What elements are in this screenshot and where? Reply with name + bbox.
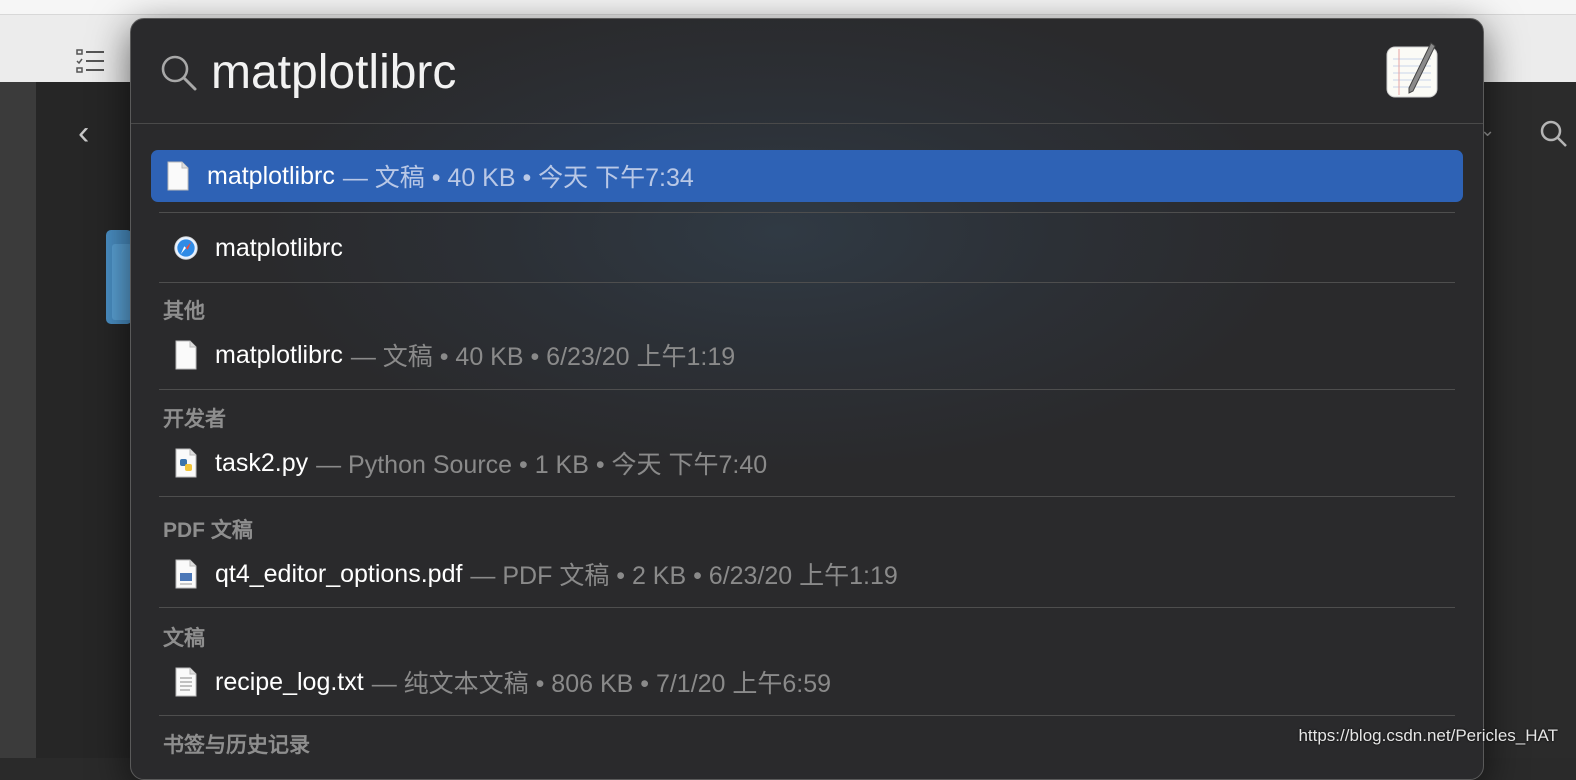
background-titlebar	[0, 0, 1576, 15]
checklist-icon[interactable]	[74, 46, 106, 78]
divider	[159, 715, 1455, 716]
divider	[159, 607, 1455, 608]
spotlight-panel: matplotlibrc — 文稿 • 40 KB • 今天 下午7:34 ma…	[130, 18, 1484, 780]
list-icon[interactable]	[0, 46, 18, 78]
result-meta: — 纯文本文稿 • 806 KB • 7/1/20 上午6:59	[371, 670, 832, 698]
watermark: https://blog.csdn.net/Pericles_HAT	[1298, 726, 1558, 745]
result-task2-py[interactable]: task2.py — Python Source • 1 KB • 今天 下午7…	[159, 441, 1455, 485]
divider	[159, 212, 1455, 213]
result-name: recipe_log.txt	[215, 667, 364, 696]
background-search-icon[interactable]	[1538, 118, 1570, 150]
pdf-file-icon	[175, 559, 197, 589]
result-meta: — Python Source • 1 KB • 今天 下午7:40	[316, 451, 768, 479]
section-header-documents: 文稿	[163, 627, 205, 650]
result-meta: — 文稿 • 40 KB • 6/23/20 上午1:19	[350, 343, 736, 371]
result-name: matplotlibrc	[215, 340, 343, 369]
safari-icon	[174, 236, 198, 260]
divider	[159, 496, 1455, 497]
back-chevron-icon[interactable]: ‹	[78, 116, 89, 150]
document-icon	[167, 161, 189, 191]
background-right-pane	[1482, 82, 1576, 758]
divider	[159, 389, 1455, 390]
result-name: matplotlibrc	[207, 161, 335, 190]
background-sidebar	[0, 82, 36, 758]
textedit-app-icon[interactable]	[1385, 41, 1439, 99]
result-name: task2.py	[215, 448, 309, 477]
section-header-developer: 开发者	[163, 408, 226, 431]
spotlight-search-input[interactable]	[211, 39, 1361, 105]
section-header-other: 其他	[163, 300, 205, 323]
section-header-bookmarks-history: 书签与历史记录	[163, 734, 310, 757]
result-qt4-editor-options[interactable]: qt4_editor_options.pdf — PDF 文稿 • 2 KB •…	[159, 552, 1455, 596]
folder-icon[interactable]	[106, 230, 132, 324]
result-meta: — PDF 文稿 • 2 KB • 6/23/20 上午1:19	[470, 562, 898, 590]
python-file-icon	[175, 448, 197, 478]
text-file-icon	[175, 667, 197, 697]
result-other-matplotlibrc[interactable]: matplotlibrc — 文稿 • 40 KB • 6/23/20 上午1:…	[159, 333, 1455, 377]
section-header-pdf: PDF 文稿	[163, 519, 253, 542]
result-name: qt4_editor_options.pdf	[215, 559, 463, 588]
result-meta: — 文稿 • 40 KB • 今天 下午7:34	[342, 164, 694, 192]
result-top-hit[interactable]: matplotlibrc — 文稿 • 40 KB • 今天 下午7:34	[151, 150, 1463, 202]
spotlight-search-bar	[131, 19, 1483, 124]
document-icon	[175, 340, 197, 370]
result-name: matplotlibrc	[215, 233, 343, 262]
divider	[159, 282, 1455, 283]
result-recipe-log[interactable]: recipe_log.txt — 纯文本文稿 • 806 KB • 7/1/20…	[159, 660, 1455, 704]
result-web-suggestion[interactable]: matplotlibrc	[159, 226, 1455, 270]
search-icon	[161, 55, 197, 91]
